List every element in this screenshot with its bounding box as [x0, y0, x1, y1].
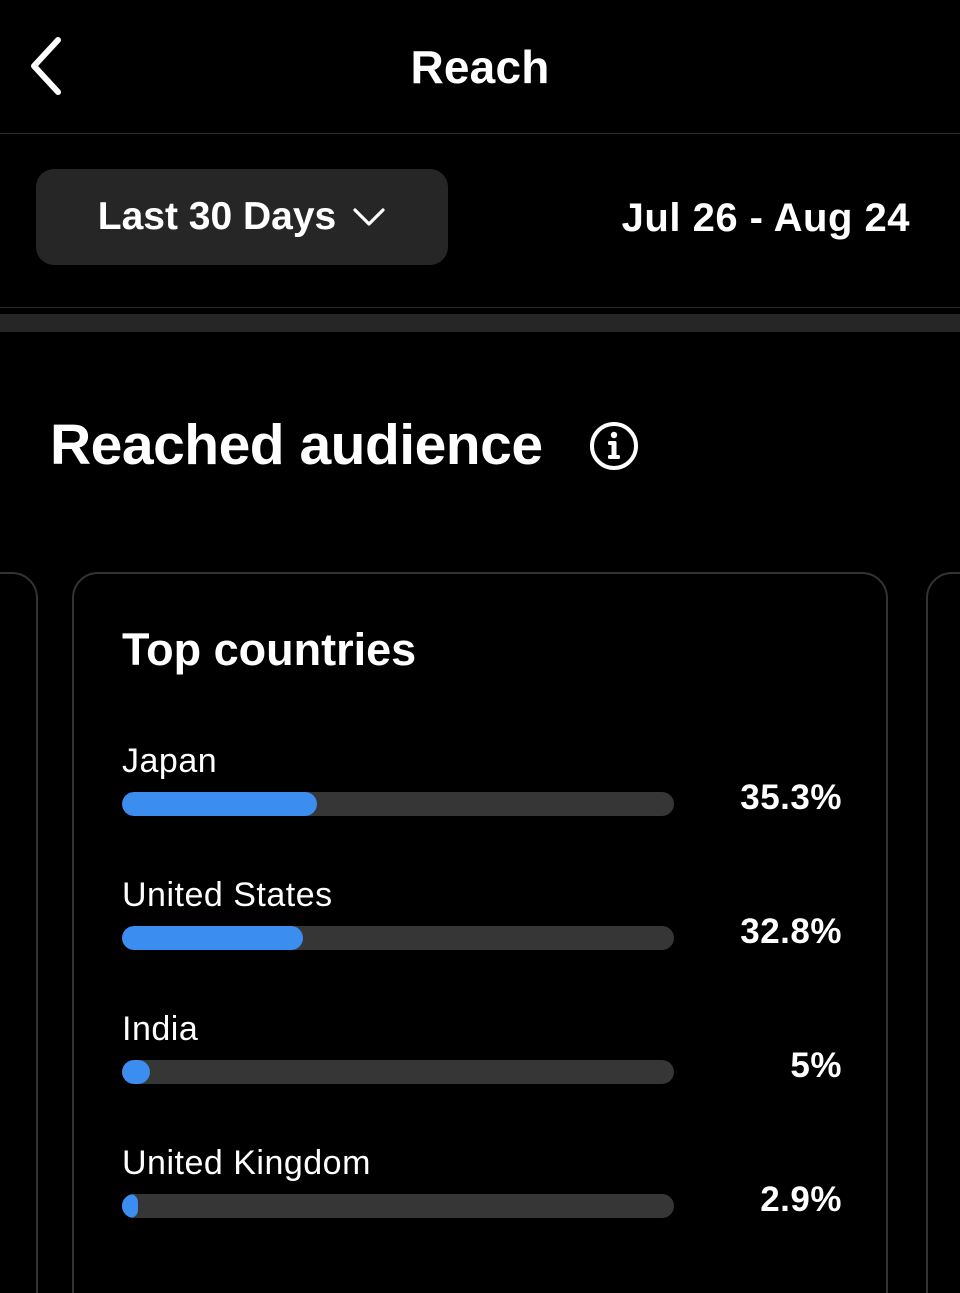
- date-range-dropdown-label: Last 30 Days: [97, 195, 337, 238]
- country-bar-track: [122, 926, 674, 950]
- country-name: United Kingdom: [122, 1144, 371, 1182]
- country-bar-track: [122, 1060, 674, 1084]
- previous-card-peek[interactable]: [0, 572, 38, 1293]
- country-bar-fill: [122, 792, 317, 816]
- country-name: United States: [122, 876, 333, 914]
- reach-screen: Reach Last 30 Days Jul 26 - Aug 24 Reach…: [0, 0, 960, 1293]
- country-name: India: [122, 1010, 199, 1048]
- card-title: Top countries: [122, 624, 417, 675]
- chevron-down-icon: [353, 208, 385, 226]
- page-title: Reach: [410, 41, 550, 93]
- country-row: United States 32.8%: [122, 876, 842, 976]
- country-name: Japan: [122, 742, 218, 780]
- top-countries-card: Top countries Japan 35.3% United States …: [72, 572, 888, 1293]
- country-percent: 2.9%: [760, 1180, 842, 1219]
- country-bar-fill: [122, 1194, 138, 1218]
- country-row: India 5%: [122, 1010, 842, 1110]
- country-percent: 35.3%: [740, 778, 842, 817]
- country-row: United Kingdom 2.9%: [122, 1144, 842, 1244]
- top-nav-bar: Reach: [0, 0, 960, 134]
- date-range-dropdown[interactable]: Last 30 Days: [36, 169, 448, 265]
- country-bar-fill: [122, 1060, 150, 1084]
- country-bar-track: [122, 792, 674, 816]
- info-icon[interactable]: [588, 420, 640, 472]
- next-card-peek[interactable]: [926, 572, 960, 1293]
- country-bar-track: [122, 1194, 674, 1218]
- date-filter-row: Last 30 Days Jul 26 - Aug 24: [0, 134, 960, 308]
- country-percent: 32.8%: [740, 912, 842, 951]
- country-percent: 5%: [790, 1046, 842, 1085]
- country-bar-fill: [122, 926, 304, 950]
- section-divider: [0, 314, 960, 332]
- country-row: Japan 35.3%: [122, 742, 842, 842]
- section-title: Reached audience: [50, 413, 543, 477]
- date-range-text: Jul 26 - Aug 24: [621, 196, 910, 240]
